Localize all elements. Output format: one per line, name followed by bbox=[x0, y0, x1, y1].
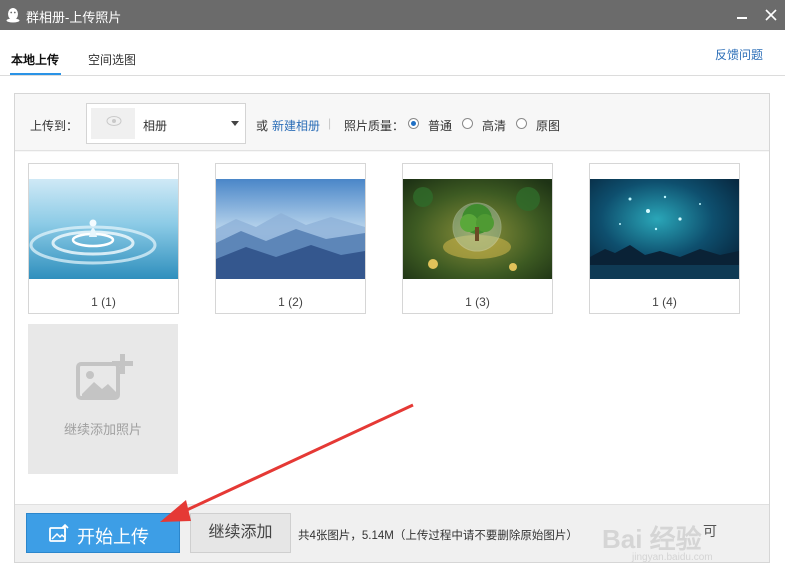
quality-radio-hd[interactable] bbox=[462, 118, 473, 129]
photo-card[interactable]: 1 (4) bbox=[589, 163, 740, 314]
or-label: 或 bbox=[256, 119, 269, 133]
upload-panel: 上传到： 相册 或 新建相册 | 照片质量： 普通 高清 原图 1 (1) 1 … bbox=[14, 93, 770, 563]
baidu-jingyan-watermark: Bai 经验 jingyan.baidu.com bbox=[602, 519, 752, 567]
upload-summary: 共4张图片，5.14M（上传过程中请不要删除原始图片） bbox=[298, 530, 578, 542]
tab-bar: 本地上传 空间选图 反馈问题 bbox=[0, 30, 785, 76]
quality-option-normal[interactable]: 普通 bbox=[428, 117, 452, 134]
photo-caption: 1 (2) bbox=[278, 295, 303, 309]
title-bar: 群相册-上传照片 bbox=[0, 0, 785, 30]
quality-radio-normal[interactable] bbox=[408, 118, 419, 129]
toolbar-separator: | bbox=[328, 116, 332, 130]
photo-grid: 1 (1) 1 (2) 1 (3) 1 (4) 继续添加照片 bbox=[15, 152, 769, 504]
new-album-link[interactable]: 新建相册 bbox=[272, 117, 320, 134]
feedback-link[interactable]: 反馈问题 bbox=[715, 46, 763, 63]
chevron-down-icon bbox=[231, 121, 239, 126]
add-more-photos-tile[interactable]: 继续添加照片 bbox=[28, 324, 178, 474]
upload-toolbar: 上传到： 相册 或 新建相册 | 照片质量： 普通 高清 原图 bbox=[15, 94, 769, 151]
photo-card[interactable]: 1 (3) bbox=[402, 163, 553, 314]
quality-option-original[interactable]: 原图 bbox=[536, 117, 560, 134]
minimize-button[interactable] bbox=[731, 4, 753, 26]
add-photo-icon bbox=[76, 354, 133, 400]
photo-caption: 1 (4) bbox=[652, 295, 677, 309]
watermark-text: Bai 经验 bbox=[602, 524, 702, 554]
add-more-photos-label: 继续添加照片 bbox=[63, 422, 142, 437]
tab-space-pick[interactable]: 空间选图 bbox=[88, 51, 136, 68]
starry-night-photo bbox=[590, 179, 739, 279]
close-button[interactable] bbox=[760, 4, 782, 26]
photo-caption: 1 (1) bbox=[91, 295, 116, 309]
photo-caption: 1 (3) bbox=[465, 295, 490, 309]
window-title: 群相册-上传照片 bbox=[26, 10, 122, 25]
quality-radio-original[interactable] bbox=[516, 118, 527, 129]
start-upload-button[interactable]: 开始上传 bbox=[26, 513, 180, 553]
photo-card[interactable]: 1 (1) bbox=[28, 163, 179, 314]
close-icon bbox=[765, 9, 777, 21]
tree-in-globe-photo bbox=[403, 179, 552, 279]
upload-image-icon bbox=[49, 524, 69, 542]
album-select[interactable]: 相册 bbox=[86, 103, 246, 144]
album-thumbnail bbox=[91, 108, 135, 139]
eye-icon bbox=[106, 116, 122, 126]
quality-option-hd[interactable]: 高清 bbox=[482, 117, 506, 134]
quality-label: 照片质量： bbox=[344, 119, 405, 133]
mountain-fog-photo bbox=[216, 179, 365, 279]
upload-to-label: 上传到： bbox=[30, 119, 79, 133]
album-name: 相册 bbox=[143, 119, 168, 133]
watermark-url: jingyan.baidu.com bbox=[632, 552, 713, 563]
tab-local-upload[interactable]: 本地上传 bbox=[9, 51, 62, 75]
photo-card[interactable]: 1 (2) bbox=[215, 163, 366, 314]
water-drop-photo bbox=[29, 179, 178, 279]
start-upload-label: 开始上传 bbox=[77, 527, 149, 547]
continue-add-button[interactable]: 继续添加 bbox=[190, 513, 291, 553]
qq-penguin-icon bbox=[6, 8, 20, 23]
